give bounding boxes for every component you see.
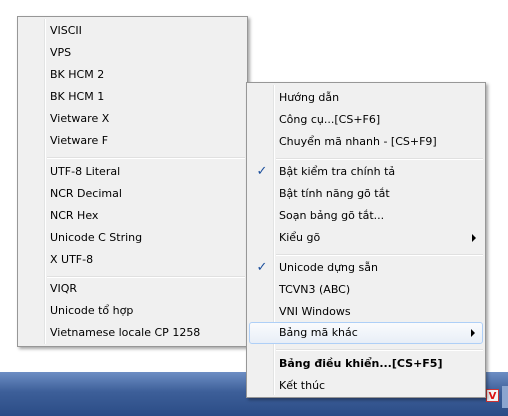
menu-item-vni-windows[interactable]: VNI Windows (249, 301, 483, 323)
menu-item-label: X UTF-8 (50, 253, 94, 266)
submenu-arrow-icon (469, 322, 477, 344)
menu-item-label: Bảng điều khiển...[CS+F5] (279, 357, 443, 370)
menu-item-label: NCR Hex (50, 209, 99, 222)
menu-item-viscii[interactable]: VISCII (20, 20, 245, 42)
menu-item-utf8-literal[interactable]: UTF-8 Literal (20, 161, 245, 183)
menu-item-vietnamese-locale-cp1258[interactable]: Vietnamese locale CP 1258 (20, 322, 245, 344)
unikey-tray-icon[interactable]: V (486, 389, 499, 402)
menu-item-label: Kiểu gõ (279, 231, 321, 244)
menu-item-chuyen-ma-nhanh[interactable]: Chuyển mã nhanh - [CS+F9] (249, 131, 483, 153)
menu-item-label: VIQR (50, 282, 78, 295)
menu-item-label: TCVN3 (ABC) (279, 283, 351, 296)
menu-item-x-utf8[interactable]: X UTF-8 (20, 249, 245, 271)
menu-item-vps[interactable]: VPS (20, 42, 245, 64)
tray-edge (502, 386, 508, 408)
menu-item-bat-tinh-nang-go-tat[interactable]: Bật tính năng gõ tắt (249, 183, 483, 205)
menu-item-unicode-dung-san[interactable]: ✓ Unicode dựng sẵn (249, 257, 483, 279)
check-icon: ✓ (256, 260, 268, 275)
menu-item-label: Kết thúc (279, 379, 326, 392)
menu-item-soan-bang-go-tat[interactable]: Soạn bảng gõ tắt... (249, 205, 483, 227)
menu-separator (47, 157, 245, 159)
menu-item-ncr-decimal[interactable]: NCR Decimal (20, 183, 245, 205)
menu-item-label: Bật kiểm tra chính tả (279, 165, 396, 178)
menu-item-cong-cu[interactable]: Công cụ...[CS+F6] (249, 109, 483, 131)
menu-separator (276, 254, 483, 256)
menu-item-label: Bật tính năng gõ tắt (279, 187, 390, 200)
menu-item-huong-dan[interactable]: Hướng dẫn (249, 87, 483, 109)
menu-item-bk-hcm-2[interactable]: BK HCM 2 (20, 64, 245, 86)
menu-item-bat-kiem-tra-chinh-ta[interactable]: ✓ Bật kiểm tra chính tả (249, 161, 483, 183)
menu-item-label: Unicode C String (50, 231, 143, 244)
encoding-submenu: VISCII VPS BK HCM 2 BK HCM 1 Vietware X … (17, 16, 248, 347)
menu-item-ket-thuc[interactable]: Kết thúc (249, 375, 483, 397)
menu-item-unicode-c-string[interactable]: Unicode C String (20, 227, 245, 249)
menu-item-label: BK HCM 1 (50, 90, 105, 103)
check-icon: ✓ (256, 164, 268, 179)
submenu-arrow-icon (470, 227, 478, 249)
menu-item-label: Hướng dẫn (279, 91, 340, 104)
menu-item-bk-hcm-1[interactable]: BK HCM 1 (20, 86, 245, 108)
menu-item-label: BK HCM 2 (50, 68, 105, 81)
menu-item-label: Vietware X (50, 112, 110, 125)
menu-item-ncr-hex[interactable]: NCR Hex (20, 205, 245, 227)
menu-item-label: Unicode dựng sẵn (279, 261, 378, 274)
menu-separator (276, 349, 483, 351)
menu-item-kieu-go[interactable]: Kiểu gõ (249, 227, 483, 249)
tray-context-menu: Hướng dẫn Công cụ...[CS+F6] Chuyển mã nh… (246, 82, 486, 398)
menu-item-label: UTF-8 Literal (50, 165, 121, 178)
menu-item-label: Vietware F (50, 134, 109, 147)
menu-item-label: VNI Windows (279, 305, 351, 318)
menu-item-label: VISCII (50, 24, 82, 37)
menu-item-tcvn3[interactable]: TCVN3 (ABC) (249, 279, 483, 301)
menu-item-label: Chuyển mã nhanh - [CS+F9] (279, 135, 437, 148)
menu-item-label: Công cụ...[CS+F6] (279, 113, 381, 126)
menu-item-vietware-x[interactable]: Vietware X (20, 108, 245, 130)
menu-item-label: Bảng mã khác (279, 326, 358, 339)
menu-item-label: Vietnamese locale CP 1258 (50, 326, 201, 339)
menu-item-label: Soạn bảng gõ tắt... (279, 209, 385, 222)
menu-item-bang-ma-khac[interactable]: Bảng mã khác (249, 322, 483, 344)
menu-item-label: NCR Decimal (50, 187, 122, 200)
menu-separator (276, 158, 483, 160)
menu-item-unicode-to-hop[interactable]: Unicode tổ hợp (20, 300, 245, 322)
menu-item-bang-dieu-khien[interactable]: Bảng điều khiển...[CS+F5] (249, 353, 483, 375)
menu-item-vietware-f[interactable]: Vietware F (20, 130, 245, 152)
menu-item-label: Unicode tổ hợp (50, 304, 134, 317)
menu-item-viqr[interactable]: VIQR (20, 278, 245, 300)
menu-item-label: VPS (50, 46, 72, 59)
